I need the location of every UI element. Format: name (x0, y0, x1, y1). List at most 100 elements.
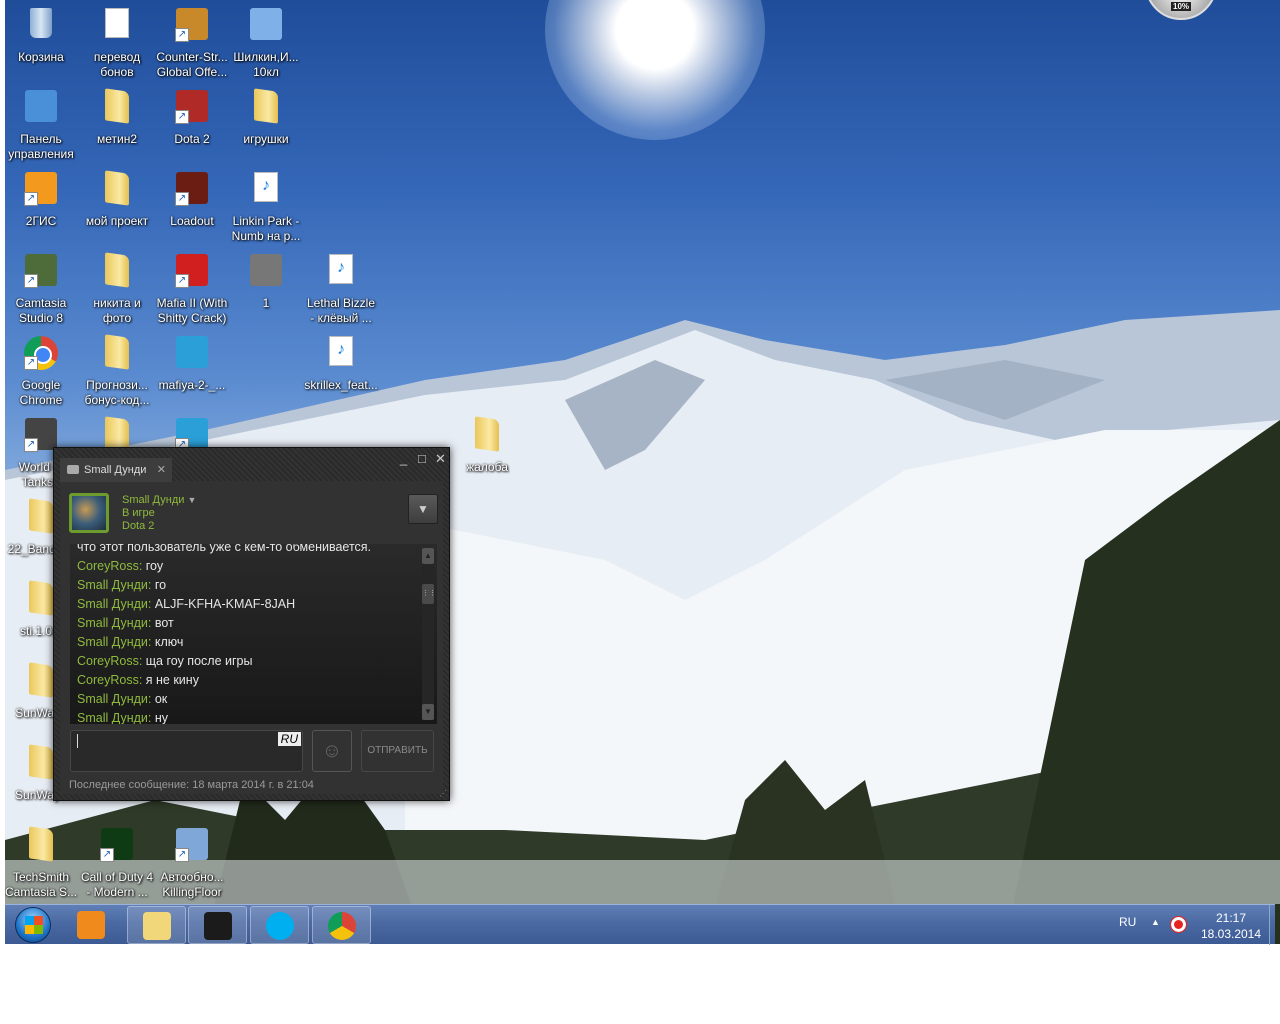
tray-app-icon[interactable] (1170, 916, 1187, 933)
desktop-icon[interactable]: Прогнози... бонус-код... (79, 334, 155, 408)
desktop-icon-label: Camtasia Studio 8 (15, 296, 67, 325)
app-glyph (250, 254, 282, 286)
friend-name[interactable]: Small Дунди (122, 494, 184, 506)
taskbar-media-player-button[interactable] (62, 906, 121, 944)
desktop-icon[interactable]: 1 (228, 254, 304, 311)
desktop-icon[interactable]: Counter-Str... Global Offe... (154, 8, 230, 80)
desktop-icon[interactable]: ♪ skrillex_feat... (303, 336, 379, 393)
tab-chat-small-dundi[interactable]: Small Дунди ✕ (60, 458, 172, 482)
desktop-icon[interactable]: Call of Duty 4 - Modern ... (79, 828, 155, 900)
desktop-icon[interactable]: игрушки (228, 88, 304, 147)
app-glyph (176, 828, 208, 860)
message-text: гоу (142, 559, 164, 573)
skype-icon (266, 912, 294, 940)
message-author: CoreyRoss: (77, 559, 143, 573)
chat-log: что этот пользователь уже с кем-то обмен… (70, 544, 437, 724)
desktop-icon[interactable]: Панель управления (5, 90, 79, 162)
desktop-icon-label: перевод бонов (93, 50, 141, 79)
tab-label: Small Дунди (84, 464, 147, 476)
close-button[interactable]: ✕ (435, 451, 446, 467)
scroll-down-icon[interactable]: ▼ (422, 704, 434, 720)
options-dropdown-button[interactable]: ▼ (408, 494, 438, 524)
chrome-glyph (24, 336, 58, 370)
folder-icon (24, 826, 58, 862)
app-glyph (176, 8, 208, 40)
message-text: ключ (151, 635, 184, 649)
chat-message: CoreyRoss: ща гоу после игры (70, 652, 437, 671)
desktop-icon[interactable]: 2ГИС (5, 172, 79, 229)
desktop-icon[interactable]: жалоба (449, 416, 525, 475)
app-icon (175, 90, 209, 124)
chevron-down-icon[interactable]: ▼ (187, 495, 196, 505)
chat-message: Small Дунди: вот (70, 614, 437, 633)
taskbar-explorer-button[interactable] (127, 906, 186, 944)
desktop-icon[interactable]: Корзина (5, 8, 79, 65)
chat-window[interactable]: Small Дунди ✕ _ □ ✕ Small Дунди ▼ В игре… (53, 447, 450, 801)
folder-icon (100, 334, 134, 370)
clock[interactable]: 21:17 18.03.2014 (1195, 910, 1267, 942)
desktop-icon[interactable]: Loadout (154, 172, 230, 229)
send-button[interactable]: ОТПРАВИТЬ (361, 730, 434, 772)
avatar[interactable] (69, 493, 109, 533)
desktop-icon[interactable]: Шилкин,И... 10кл (228, 8, 304, 80)
desktop-icon[interactable]: перевод бонов (79, 8, 155, 80)
chat-message: CoreyRoss: гоу (70, 557, 437, 576)
taskbar: RU ▲ 21:17 18.03.2014 (5, 904, 1275, 945)
app-glyph (176, 418, 208, 450)
taskbar-chrome-button[interactable] (312, 906, 371, 944)
desktop-icon-label: Lethal Bizzle - клёвый ... (306, 296, 376, 325)
message-author: Small Дунди: (77, 597, 152, 611)
desktop-icon-label: Google Chrome (19, 378, 63, 407)
minimize-button[interactable]: _ (400, 451, 407, 466)
app-icon (175, 254, 209, 288)
desktop-icon-label: TechSmith Camtasia S... (5, 870, 78, 899)
scroll-thumb[interactable]: ⋮⋮ (422, 584, 436, 604)
desktop-icon[interactable]: TechSmith Camtasia S... (5, 826, 79, 900)
chat-message: CoreyRoss: я не кину (70, 671, 437, 690)
desktop-icon[interactable]: никита и фото (79, 252, 155, 326)
desktop-icon[interactable]: ♪ Lethal Bizzle - клёвый ... (303, 254, 379, 326)
emoticon-button[interactable]: ☺ (312, 730, 352, 772)
desktop-icon-label: Mafia II (With Shitty Crack) (156, 296, 228, 325)
taskbar-steam-button[interactable] (188, 906, 247, 944)
taskbar-skype-button[interactable] (250, 906, 309, 944)
show-desktop-button[interactable] (1269, 905, 1275, 945)
show-hidden-icons-button[interactable]: ▲ (1151, 917, 1160, 927)
desktop-icon[interactable]: метин2 (79, 88, 155, 147)
desktop-icon-label: Шилкин,И... 10кл (233, 50, 299, 79)
desktop-icon[interactable]: Google Chrome (5, 336, 79, 408)
desktop-icon[interactable]: Camtasia Studio 8 (5, 254, 79, 326)
chrome-icon (24, 336, 58, 370)
bin-glyph (30, 8, 52, 38)
mp3-glyph: ♪ (254, 172, 278, 202)
desktop-icon[interactable]: Автообно... KillingFloor (154, 828, 230, 900)
text-caret (77, 734, 78, 748)
desktop-icon[interactable]: мой проект (79, 170, 155, 229)
message-text: я не кину (142, 673, 199, 687)
message-author: CoreyRoss: (77, 673, 143, 687)
desktop-icon[interactable]: Mafia II (With Shitty Crack) (154, 254, 230, 326)
chat-message: Small Дунди: ключ (70, 633, 437, 652)
resize-grip[interactable]: ⋰ (439, 789, 447, 798)
app-glyph (25, 90, 57, 122)
close-tab-icon[interactable]: ✕ (157, 458, 166, 482)
desktop-icon[interactable]: Dota 2 (154, 90, 230, 147)
language-indicator[interactable]: RU (1119, 915, 1136, 929)
maximize-button[interactable]: □ (418, 451, 426, 466)
app-icon (175, 172, 209, 206)
folder-glyph (105, 334, 129, 370)
desktop-icon-label: Корзина (18, 50, 64, 64)
start-button[interactable] (15, 907, 51, 943)
scroll-up-icon[interactable]: ▲ (422, 548, 434, 564)
desktop-icon-label: никита и фото (93, 296, 141, 325)
message-input[interactable]: RU (70, 730, 303, 772)
folder-icon (470, 416, 504, 452)
folder-glyph (105, 88, 129, 124)
chat-message: что этот пользователь уже с кем-то обмен… (70, 544, 437, 557)
app-icon (249, 8, 283, 42)
desktop-icon[interactable]: mafiya-2-_... (154, 336, 230, 393)
message-author: Small Дунди: (77, 692, 152, 706)
desktop-icon[interactable]: ♪ Linkin Park - Numb на р... (228, 172, 304, 244)
media-player-icon (77, 911, 105, 939)
scrollbar[interactable]: ▲ ⋮⋮ ▼ (422, 548, 436, 720)
